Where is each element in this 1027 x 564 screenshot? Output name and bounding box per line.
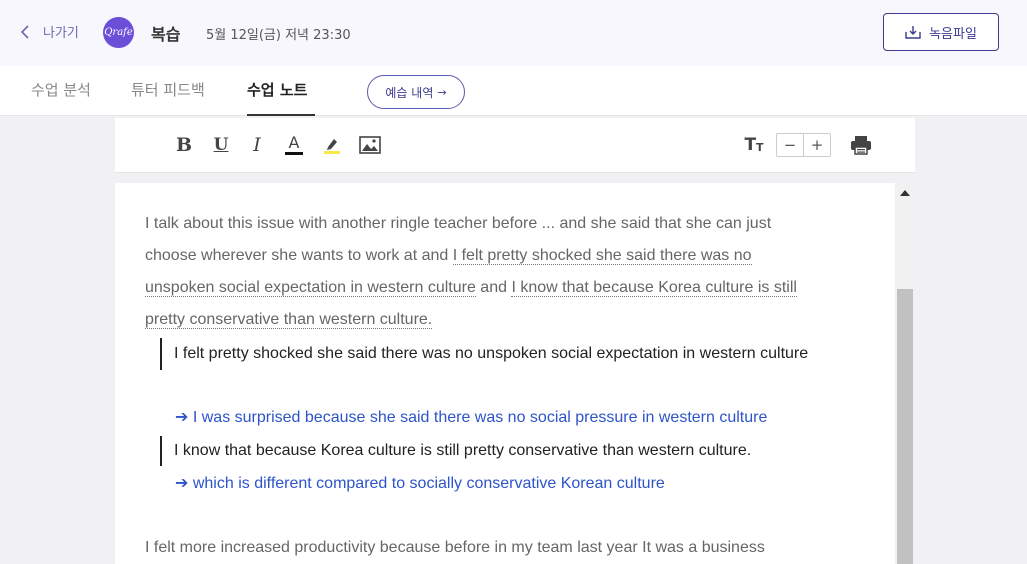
font-size-stepper: − +: [776, 133, 831, 157]
note-editor: B U I A TT − + I talk about this issue w…: [115, 118, 915, 564]
underline-icon[interactable]: U: [212, 133, 230, 157]
image-svg: [359, 136, 381, 154]
arrow-right-icon: →: [437, 85, 447, 99]
note-content[interactable]: I talk about this issue with another rin…: [115, 183, 895, 564]
chevron-left-icon: [20, 24, 29, 39]
original-sentence: I know that because Korea culture is sti…: [160, 436, 840, 466]
scrollbar[interactable]: [895, 183, 915, 564]
note-paragraph: I talk about this issue with another rin…: [145, 208, 825, 336]
tab-bar: 수업 분석 튜터 피드백 수업 노트 예습 내역 →: [0, 66, 1027, 116]
original-sentence: I felt pretty shocked she said there was…: [160, 338, 840, 370]
print-icon[interactable]: [849, 133, 873, 157]
note-paragraph: I felt more increased productivity becau…: [145, 539, 765, 556]
content-separator: [115, 173, 915, 183]
active-tab-indicator: [247, 114, 315, 116]
scroll-thumb[interactable]: [897, 289, 913, 564]
font-size-icon[interactable]: TT: [743, 133, 765, 157]
top-bar: 나가기 Qrafe 복습 5월 12일(금) 저녁 23:30 녹음파일: [0, 0, 1027, 66]
recording-file-label: 녹음파일: [929, 26, 977, 42]
scroll-up-icon[interactable]: [900, 190, 910, 196]
corrected-sentence: ➔ I was surprised because she said there…: [175, 409, 768, 426]
download-icon: [905, 26, 921, 39]
image-icon[interactable]: [358, 133, 382, 157]
tab-lesson-note[interactable]: 수업 노트: [247, 79, 307, 100]
print-svg: [851, 136, 871, 155]
preview-history-label: 예습 내역: [385, 85, 434, 100]
decrease-font-button[interactable]: −: [777, 134, 804, 156]
preview-history-button[interactable]: 예습 내역 →: [367, 75, 465, 109]
editor-toolbar: B U I A TT − +: [115, 118, 915, 173]
highlighter-svg: [324, 139, 340, 154]
page-title: 복습: [151, 25, 181, 44]
highlighter-icon[interactable]: [321, 133, 343, 157]
note-text: and: [475, 279, 512, 296]
back-button[interactable]: 나가기: [20, 22, 79, 41]
back-label: 나가기: [43, 26, 79, 41]
corrected-sentence: ➔ which is different compared to sociall…: [175, 475, 665, 492]
tab-tutor-feedback[interactable]: 튜터 피드백: [131, 79, 205, 100]
font-size-small: T: [756, 140, 764, 154]
bold-icon[interactable]: B: [175, 133, 193, 157]
lesson-datetime: 5월 12일(금) 저녁 23:30: [206, 28, 351, 43]
increase-font-button[interactable]: +: [804, 134, 830, 156]
text-color-icon[interactable]: A: [283, 133, 305, 157]
text-color-letter: A: [288, 133, 300, 152]
logo: Qrafe: [103, 17, 134, 48]
italic-icon[interactable]: I: [249, 133, 265, 157]
recording-file-button[interactable]: 녹음파일: [883, 13, 999, 51]
tab-lesson-analysis[interactable]: 수업 분석: [31, 79, 91, 100]
font-size-big: T: [744, 135, 757, 155]
text-color-bar: [285, 152, 303, 155]
